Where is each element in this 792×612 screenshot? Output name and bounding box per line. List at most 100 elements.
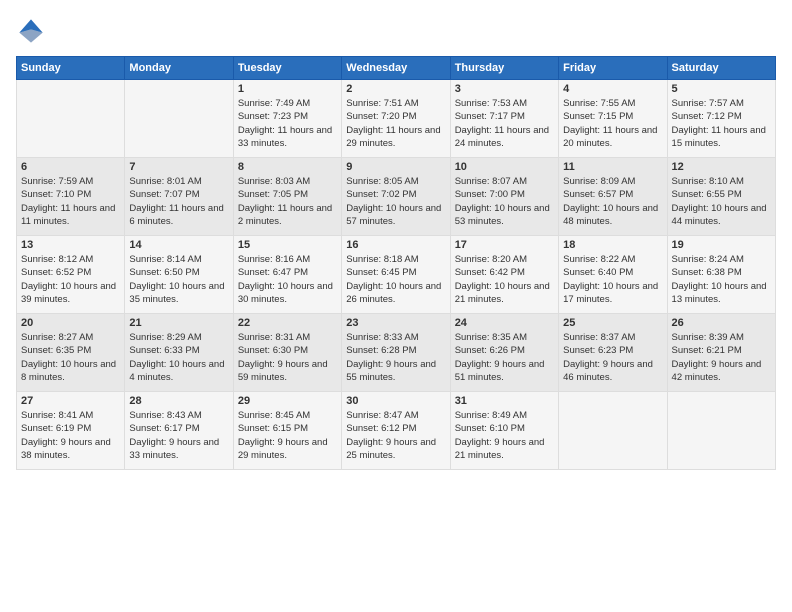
- day-info: Sunrise: 8:24 AMSunset: 6:38 PMDaylight:…: [672, 253, 771, 306]
- day-number: 4: [563, 83, 662, 95]
- calendar-cell: 17 Sunrise: 8:20 AMSunset: 6:42 PMDayligh…: [450, 236, 558, 314]
- day-number: 28: [129, 395, 228, 407]
- calendar-cell: 14 Sunrise: 8:14 AMSunset: 6:50 PMDayligh…: [125, 236, 233, 314]
- calendar-cell: 31 Sunrise: 8:49 AMSunset: 6:10 PMDayligh…: [450, 392, 558, 470]
- day-number: 14: [129, 239, 228, 251]
- calendar-cell: 12 Sunrise: 8:10 AMSunset: 6:55 PMDayligh…: [667, 158, 775, 236]
- day-info: Sunrise: 8:37 AMSunset: 6:23 PMDaylight:…: [563, 331, 662, 384]
- calendar-week-3: 13 Sunrise: 8:12 AMSunset: 6:52 PMDayligh…: [17, 236, 776, 314]
- day-number: 29: [238, 395, 337, 407]
- calendar-cell: 19 Sunrise: 8:24 AMSunset: 6:38 PMDayligh…: [667, 236, 775, 314]
- day-number: 3: [455, 83, 554, 95]
- day-number: 30: [346, 395, 445, 407]
- day-info: Sunrise: 8:14 AMSunset: 6:50 PMDaylight:…: [129, 253, 228, 306]
- day-info: Sunrise: 8:33 AMSunset: 6:28 PMDaylight:…: [346, 331, 445, 384]
- calendar-cell: 1 Sunrise: 7:49 AMSunset: 7:23 PMDaylight…: [233, 80, 341, 158]
- calendar-body: 1 Sunrise: 7:49 AMSunset: 7:23 PMDaylight…: [17, 80, 776, 470]
- day-info: Sunrise: 8:12 AMSunset: 6:52 PMDaylight:…: [21, 253, 120, 306]
- day-number: 13: [21, 239, 120, 251]
- day-number: 1: [238, 83, 337, 95]
- day-info: Sunrise: 8:27 AMSunset: 6:35 PMDaylight:…: [21, 331, 120, 384]
- day-number: 24: [455, 317, 554, 329]
- logo: [16, 16, 50, 46]
- day-number: 7: [129, 161, 228, 173]
- calendar-header-row: SundayMondayTuesdayWednesdayThursdayFrid…: [17, 57, 776, 80]
- day-number: 23: [346, 317, 445, 329]
- day-info: Sunrise: 8:29 AMSunset: 6:33 PMDaylight:…: [129, 331, 228, 384]
- day-number: 5: [672, 83, 771, 95]
- calendar-cell: 16 Sunrise: 8:18 AMSunset: 6:45 PMDayligh…: [342, 236, 450, 314]
- header-cell-sunday: Sunday: [17, 57, 125, 80]
- day-info: Sunrise: 7:55 AMSunset: 7:15 PMDaylight:…: [563, 97, 662, 150]
- day-info: Sunrise: 7:57 AMSunset: 7:12 PMDaylight:…: [672, 97, 771, 150]
- day-info: Sunrise: 8:45 AMSunset: 6:15 PMDaylight:…: [238, 409, 337, 462]
- page-container: SundayMondayTuesdayWednesdayThursdayFrid…: [0, 0, 792, 612]
- day-number: 20: [21, 317, 120, 329]
- day-info: Sunrise: 8:35 AMSunset: 6:26 PMDaylight:…: [455, 331, 554, 384]
- day-info: Sunrise: 8:22 AMSunset: 6:40 PMDaylight:…: [563, 253, 662, 306]
- day-info: Sunrise: 8:01 AMSunset: 7:07 PMDaylight:…: [129, 175, 228, 228]
- calendar-cell: 5 Sunrise: 7:57 AMSunset: 7:12 PMDaylight…: [667, 80, 775, 158]
- day-info: Sunrise: 8:47 AMSunset: 6:12 PMDaylight:…: [346, 409, 445, 462]
- day-info: Sunrise: 8:41 AMSunset: 6:19 PMDaylight:…: [21, 409, 120, 462]
- header-cell-tuesday: Tuesday: [233, 57, 341, 80]
- calendar-week-5: 27 Sunrise: 8:41 AMSunset: 6:19 PMDayligh…: [17, 392, 776, 470]
- day-info: Sunrise: 7:53 AMSunset: 7:17 PMDaylight:…: [455, 97, 554, 150]
- day-info: Sunrise: 8:43 AMSunset: 6:17 PMDaylight:…: [129, 409, 228, 462]
- day-info: Sunrise: 7:49 AMSunset: 7:23 PMDaylight:…: [238, 97, 337, 150]
- day-info: Sunrise: 8:09 AMSunset: 6:57 PMDaylight:…: [563, 175, 662, 228]
- calendar-cell: 10Sunrise: 8:07 AMSunset: 7:00 PMDayligh…: [450, 158, 558, 236]
- day-number: 10: [455, 161, 554, 173]
- calendar-cell: 29 Sunrise: 8:45 AMSunset: 6:15 PMDayligh…: [233, 392, 341, 470]
- day-number: 27: [21, 395, 120, 407]
- day-number: 25: [563, 317, 662, 329]
- calendar-cell: 28 Sunrise: 8:43 AMSunset: 6:17 PMDayligh…: [125, 392, 233, 470]
- day-info: Sunrise: 8:18 AMSunset: 6:45 PMDaylight:…: [346, 253, 445, 306]
- day-number: 6: [21, 161, 120, 173]
- calendar-cell: 7 Sunrise: 8:01 AMSunset: 7:07 PMDaylight…: [125, 158, 233, 236]
- day-number: 16: [346, 239, 445, 251]
- day-info: Sunrise: 8:31 AMSunset: 6:30 PMDaylight:…: [238, 331, 337, 384]
- calendar-cell: 23 Sunrise: 8:33 AMSunset: 6:28 PMDayligh…: [342, 314, 450, 392]
- calendar-cell: 18 Sunrise: 8:22 AMSunset: 6:40 PMDayligh…: [559, 236, 667, 314]
- calendar-cell: 6 Sunrise: 7:59 AMSunset: 7:10 PMDaylight…: [17, 158, 125, 236]
- calendar-cell: [559, 392, 667, 470]
- calendar-week-1: 1 Sunrise: 7:49 AMSunset: 7:23 PMDaylight…: [17, 80, 776, 158]
- header-cell-monday: Monday: [125, 57, 233, 80]
- calendar-cell: 30 Sunrise: 8:47 AMSunset: 6:12 PMDayligh…: [342, 392, 450, 470]
- day-number: 22: [238, 317, 337, 329]
- day-info: Sunrise: 8:10 AMSunset: 6:55 PMDaylight:…: [672, 175, 771, 228]
- calendar-cell: 9Sunrise: 8:05 AMSunset: 7:02 PMDaylight…: [342, 158, 450, 236]
- day-info: Sunrise: 8:20 AMSunset: 6:42 PMDaylight:…: [455, 253, 554, 306]
- calendar-cell: 20 Sunrise: 8:27 AMSunset: 6:35 PMDayligh…: [17, 314, 125, 392]
- header-cell-friday: Friday: [559, 57, 667, 80]
- day-info: Sunrise: 7:59 AMSunset: 7:10 PMDaylight:…: [21, 175, 120, 228]
- calendar-cell: [667, 392, 775, 470]
- calendar-cell: 8 Sunrise: 8:03 AMSunset: 7:05 PMDaylight…: [233, 158, 341, 236]
- calendar-cell: 27 Sunrise: 8:41 AMSunset: 6:19 PMDayligh…: [17, 392, 125, 470]
- calendar-cell: 25 Sunrise: 8:37 AMSunset: 6:23 PMDayligh…: [559, 314, 667, 392]
- day-number: 18: [563, 239, 662, 251]
- calendar-week-2: 6 Sunrise: 7:59 AMSunset: 7:10 PMDaylight…: [17, 158, 776, 236]
- calendar-cell: [125, 80, 233, 158]
- page-header: [16, 16, 776, 46]
- header-cell-saturday: Saturday: [667, 57, 775, 80]
- day-number: 26: [672, 317, 771, 329]
- day-number: 8: [238, 161, 337, 173]
- calendar-week-4: 20 Sunrise: 8:27 AMSunset: 6:35 PMDayligh…: [17, 314, 776, 392]
- day-info: Sunrise: 8:05 AMSunset: 7:02 PMDaylight:…: [346, 175, 445, 228]
- day-number: 31: [455, 395, 554, 407]
- day-info: Sunrise: 8:39 AMSunset: 6:21 PMDaylight:…: [672, 331, 771, 384]
- day-number: 12: [672, 161, 771, 173]
- calendar-table: SundayMondayTuesdayWednesdayThursdayFrid…: [16, 56, 776, 470]
- day-info: Sunrise: 8:03 AMSunset: 7:05 PMDaylight:…: [238, 175, 337, 228]
- calendar-cell: 22 Sunrise: 8:31 AMSunset: 6:30 PMDayligh…: [233, 314, 341, 392]
- day-number: 19: [672, 239, 771, 251]
- calendar-cell: 11Sunrise: 8:09 AMSunset: 6:57 PMDayligh…: [559, 158, 667, 236]
- day-number: 17: [455, 239, 554, 251]
- calendar-cell: 21Sunrise: 8:29 AMSunset: 6:33 PMDayligh…: [125, 314, 233, 392]
- calendar-cell: 24 Sunrise: 8:35 AMSunset: 6:26 PMDayligh…: [450, 314, 558, 392]
- day-info: Sunrise: 8:16 AMSunset: 6:47 PMDaylight:…: [238, 253, 337, 306]
- day-info: Sunrise: 8:49 AMSunset: 6:10 PMDaylight:…: [455, 409, 554, 462]
- calendar-cell: [17, 80, 125, 158]
